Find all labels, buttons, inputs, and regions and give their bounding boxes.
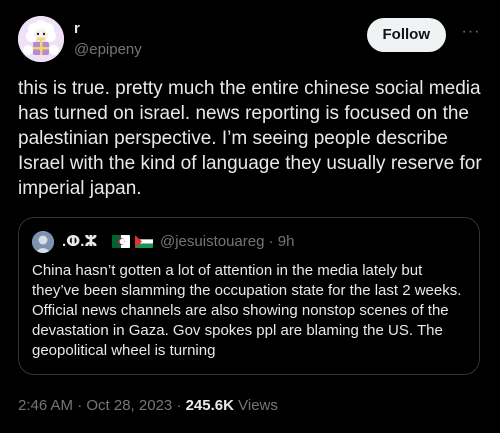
quoted-handle-time: @jesuistouareg · 9h <box>160 233 295 250</box>
author-names: r @epipeny <box>74 20 142 60</box>
follow-button[interactable]: Follow <box>366 18 446 52</box>
views-count: 245.6K <box>185 397 234 414</box>
timestamp[interactable]: 2:46 AM · Oct 28, 2023 · <box>18 397 186 414</box>
views-label: Views <box>233 397 278 414</box>
tweet-meta: 2:46 AM · Oct 28, 2023 · 245.6K Views <box>18 396 278 416</box>
tweet-post: r @epipeny Follow ··· this is true. pret… <box>0 0 500 433</box>
avatar[interactable] <box>18 16 64 62</box>
sheep-with-gift-icon <box>18 16 64 62</box>
quoted-tweet[interactable]: .ⵀ.ⵣ @jesuistouareg · 9h China hasn’t go… <box>18 217 480 375</box>
more-options-icon[interactable]: ··· <box>460 24 482 44</box>
quoted-avatar-icon <box>32 231 54 253</box>
quoted-avatar <box>32 231 54 253</box>
quoted-display-name: .ⵀ.ⵣ <box>62 233 98 250</box>
display-name[interactable]: r <box>74 20 142 38</box>
quoted-tweet-text: China hasn’t gotten a lot of attention i… <box>32 262 462 359</box>
algeria-flag-icon <box>112 235 130 248</box>
quoted-tweet-header: .ⵀ.ⵣ @jesuistouareg · 9h <box>32 231 469 253</box>
user-handle[interactable]: @epipeny <box>74 40 142 60</box>
palestine-flag-icon <box>135 235 153 248</box>
tweet-header: r @epipeny Follow ··· <box>18 14 486 64</box>
tweet-text: this is true. pretty much the entire chi… <box>18 78 482 199</box>
